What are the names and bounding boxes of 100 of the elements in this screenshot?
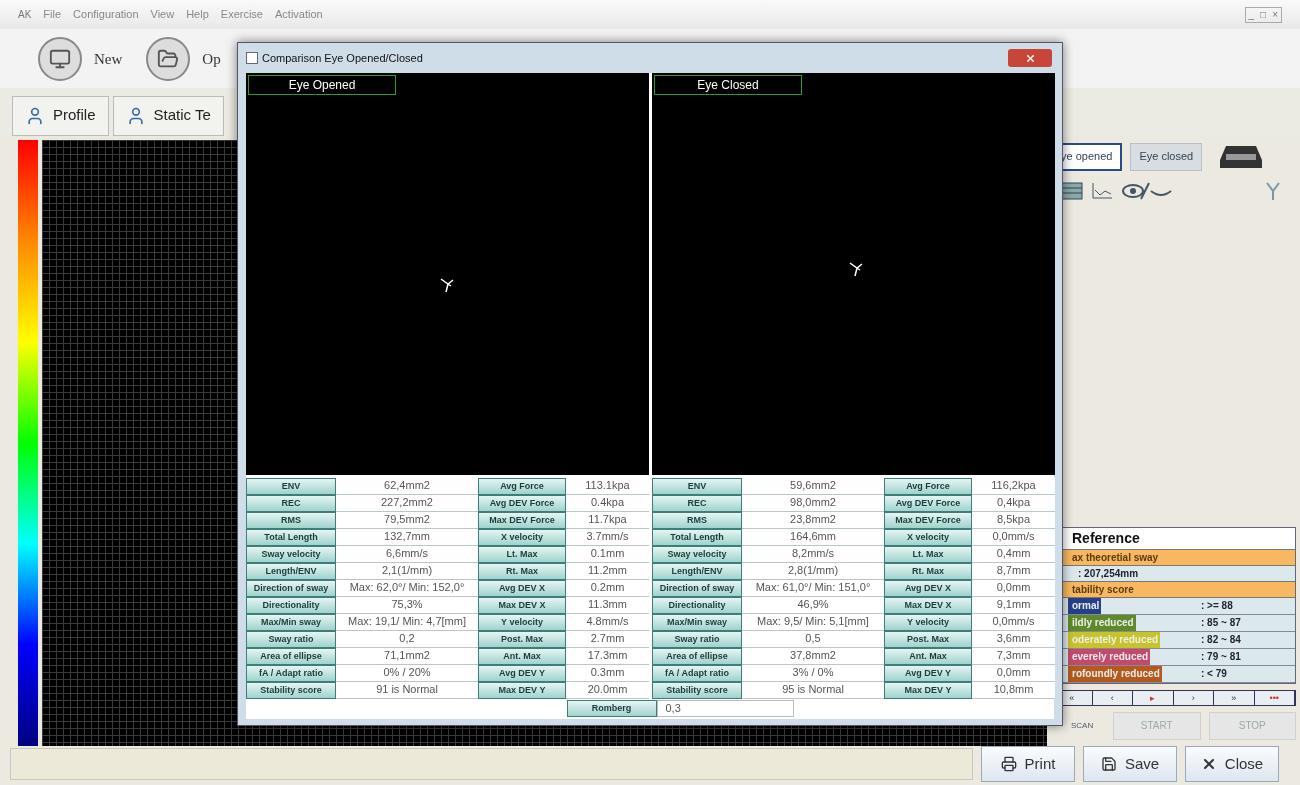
stat-value: 0% / 20% bbox=[336, 665, 478, 682]
window-control[interactable]: □ bbox=[1257, 7, 1270, 22]
stat-value: 79,5mm2 bbox=[336, 512, 478, 529]
romberg-label: Romberg bbox=[566, 699, 657, 717]
stat-value: 71,1mm2 bbox=[336, 648, 478, 665]
computer-icon bbox=[49, 47, 71, 70]
stat-label: Max DEV Force bbox=[478, 512, 566, 529]
stat-label: Avg Force bbox=[884, 478, 972, 495]
window-icon bbox=[246, 52, 258, 64]
tab[interactable]: Static Te bbox=[112, 95, 224, 136]
stat-label: Y velocity bbox=[884, 614, 972, 631]
playback-button[interactable]: ▸ bbox=[1133, 690, 1174, 705]
stat-label: Max DEV Y bbox=[884, 682, 972, 699]
stat-value: 116,2kpa bbox=[972, 478, 1055, 495]
stat-value: 9,1mm bbox=[972, 597, 1055, 614]
save-icon bbox=[1100, 756, 1117, 773]
stat-value: 0,2 bbox=[336, 631, 478, 648]
tab[interactable]: Profile bbox=[12, 95, 109, 136]
stat-label: Stability score bbox=[246, 682, 336, 699]
stat-label: Avg DEV Y bbox=[478, 665, 566, 682]
stat-label: Sway ratio bbox=[246, 631, 336, 648]
stat-value: 3,6mm bbox=[972, 631, 1055, 648]
stat-label: Max DEV Y bbox=[478, 682, 566, 699]
print-button[interactable]: Print bbox=[981, 746, 1075, 783]
stat-label: Max DEV Force bbox=[884, 512, 972, 529]
romberg-value: 0,3 bbox=[656, 699, 794, 717]
stat-value: 7,3mm bbox=[972, 648, 1055, 665]
score-range: : 79 ~ 81 bbox=[1201, 650, 1242, 665]
sway-trace-icon bbox=[439, 276, 455, 294]
stat-value: Max: 62,0°/ Min: 152,0° bbox=[336, 580, 478, 597]
stat-label: Total Length bbox=[652, 529, 742, 546]
stat-value: 17.3mm bbox=[566, 648, 649, 665]
playback-button[interactable]: ••• bbox=[1254, 690, 1295, 705]
close-icon bbox=[1024, 52, 1036, 64]
stat-label: fA / Adapt ratio bbox=[652, 665, 742, 682]
stat-value: 2,8(1/mm) bbox=[742, 563, 884, 580]
stat-label: ENV bbox=[652, 478, 742, 495]
stat-label: fA / Adapt ratio bbox=[246, 665, 336, 682]
stat-label: Avg DEV X bbox=[478, 580, 566, 597]
score-range: : < 79 bbox=[1201, 667, 1228, 682]
stat-value: 3.7mm/s bbox=[566, 529, 649, 546]
window-control[interactable]: × bbox=[1269, 7, 1281, 22]
stat-label: Total Length bbox=[246, 529, 336, 546]
stat-label: Stability score bbox=[652, 682, 742, 699]
stat-value: 8,5kpa bbox=[972, 512, 1055, 529]
eye-button[interactable]: Eye closed bbox=[1130, 142, 1203, 171]
stat-value: 8,7mm bbox=[972, 563, 1055, 580]
stat-value: 227,2mm2 bbox=[336, 495, 478, 512]
stat-value: 0.4kpa bbox=[566, 495, 649, 512]
stat-value: 0,0mm/s bbox=[972, 614, 1055, 631]
stat-value: 95 is Normal bbox=[742, 682, 884, 699]
person-icon bbox=[25, 105, 45, 126]
panel-label: Eye Closed bbox=[654, 75, 802, 95]
stat-value: 11.2mm bbox=[566, 563, 649, 580]
stat-label: ENV bbox=[246, 478, 336, 495]
stat-label: Sway ratio bbox=[652, 631, 742, 648]
stat-label: Avg DEV Y bbox=[884, 665, 972, 682]
stat-value: 37,8mm2 bbox=[742, 648, 884, 665]
stat-label: Sway velocity bbox=[246, 546, 336, 563]
close-button[interactable]: Close bbox=[1185, 746, 1279, 783]
stat-label: Max DEV X bbox=[884, 597, 972, 614]
stat-value: Max: 61,0°/ Min: 151,0° bbox=[742, 580, 884, 597]
stat-label: Max/Min sway bbox=[246, 614, 336, 631]
print-icon bbox=[1000, 756, 1017, 773]
stat-value: 132,7mm bbox=[336, 529, 478, 546]
stat-value: 23,8mm2 bbox=[742, 512, 884, 529]
stat-label: REC bbox=[652, 495, 742, 512]
stat-value: 3% / 0% bbox=[742, 665, 884, 682]
stat-label: Rt. Max bbox=[884, 563, 972, 580]
save-button[interactable]: Save bbox=[1083, 746, 1177, 783]
chart-icon bbox=[1091, 181, 1113, 200]
window-control[interactable]: _ bbox=[1245, 7, 1258, 22]
stat-label: Post. Max bbox=[478, 631, 566, 648]
sway-trace-icon bbox=[848, 260, 864, 278]
stat-value: 0,0mm/s bbox=[972, 529, 1055, 546]
stat-label: Avg Force bbox=[478, 478, 566, 495]
score-range: : 85 ~ 87 bbox=[1201, 616, 1242, 631]
stat-value: 8,2mm/s bbox=[742, 546, 884, 563]
playback-button[interactable]: » bbox=[1214, 690, 1255, 705]
stat-value: 98,0mm2 bbox=[742, 495, 884, 512]
stat-value: 0,0mm bbox=[972, 580, 1055, 597]
stat-value: 0.1mm bbox=[566, 546, 649, 563]
close-button[interactable] bbox=[1008, 49, 1052, 67]
stat-value: 164,6mm bbox=[742, 529, 884, 546]
stat-value: 10,8mm bbox=[972, 682, 1055, 699]
playback-button[interactable]: › bbox=[1173, 690, 1214, 705]
stat-label: Directionality bbox=[246, 597, 336, 614]
stat-value: 59,6mm2 bbox=[742, 478, 884, 495]
stat-value: 0.3mm bbox=[566, 665, 649, 682]
stat-label: Avg DEV X bbox=[884, 580, 972, 597]
stat-label: Ant. Max bbox=[884, 648, 972, 665]
stat-value: 0,4mm bbox=[972, 546, 1055, 563]
stat-label: X velocity bbox=[884, 529, 972, 546]
stat-label: Max DEV X bbox=[478, 597, 566, 614]
stat-value: 6,6mm/s bbox=[336, 546, 478, 563]
stat-label: Length/ENV bbox=[246, 563, 336, 580]
playback-button[interactable]: ‹ bbox=[1092, 690, 1133, 705]
eye-icon bbox=[1121, 180, 1173, 201]
stat-value: 75,3% bbox=[336, 597, 478, 614]
stat-label: REC bbox=[246, 495, 336, 512]
